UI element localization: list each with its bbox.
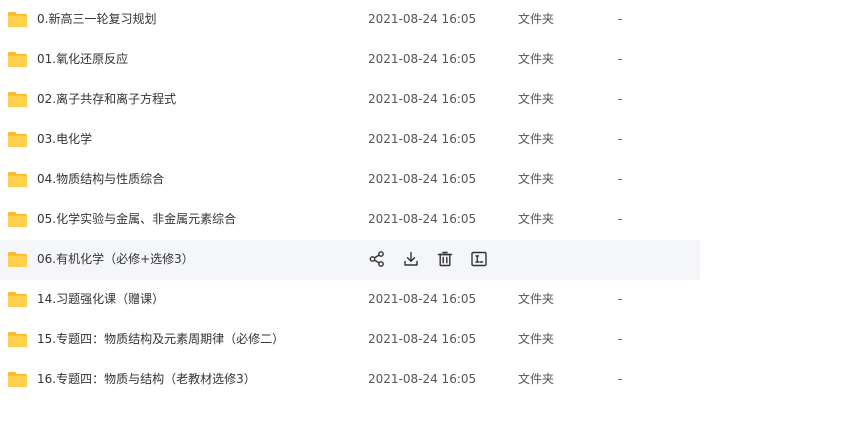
folder-icon (8, 212, 27, 227)
file-type: 文件夹 (518, 332, 555, 346)
delete-icon[interactable] (436, 250, 454, 268)
file-list: 0.新高三一轮复习规划 2021-08-24 16:05 文件夹 - 01.氧化… (0, 0, 700, 400)
file-row-hovered[interactable]: 06.有机化学（必修+选修3） (0, 240, 700, 280)
file-name[interactable]: 01.氧化还原反应 (37, 40, 128, 78)
file-size: - (618, 212, 623, 226)
file-size: - (618, 172, 623, 186)
file-type: 文件夹 (518, 92, 555, 106)
file-row[interactable]: 14.习题强化课（赠课） 2021-08-24 16:05 文件夹 - (0, 280, 700, 320)
file-size: - (618, 132, 623, 146)
file-name[interactable]: 03.电化学 (37, 120, 92, 158)
file-name[interactable]: 06.有机化学（必修+选修3） (37, 240, 194, 278)
file-name[interactable]: 15.专题四：物质结构及元素周期律（必修二） (37, 320, 284, 358)
rename-icon[interactable] (470, 250, 488, 268)
file-type: 文件夹 (518, 172, 555, 186)
file-name[interactable]: 02.离子共存和离子方程式 (37, 80, 176, 118)
folder-icon (8, 92, 27, 107)
file-row[interactable]: 15.专题四：物质结构及元素周期律（必修二） 2021-08-24 16:05 … (0, 320, 700, 360)
file-name[interactable]: 04.物质结构与性质综合 (37, 160, 164, 198)
file-name[interactable]: 0.新高三一轮复习规划 (37, 0, 156, 38)
file-date: 2021-08-24 16:05 (368, 12, 477, 26)
folder-icon (8, 132, 27, 147)
file-row[interactable]: 05.化学实验与金属、非金属元素综合 2021-08-24 16:05 文件夹 … (0, 200, 700, 240)
folder-icon (8, 52, 27, 67)
file-type: 文件夹 (518, 212, 555, 226)
file-name[interactable]: 05.化学实验与金属、非金属元素综合 (37, 200, 236, 238)
file-size: - (618, 12, 623, 26)
file-row[interactable]: 01.氧化还原反应 2021-08-24 16:05 文件夹 - (0, 40, 700, 80)
folder-icon (8, 252, 27, 267)
file-size: - (618, 292, 623, 306)
file-row[interactable]: 16.专题四：物质与结构（老教材选修3） 2021-08-24 16:05 文件… (0, 360, 700, 400)
file-size: - (618, 52, 623, 66)
file-name[interactable]: 14.习题强化课（赠课） (37, 280, 164, 318)
folder-icon (8, 172, 27, 187)
file-type: 文件夹 (518, 292, 555, 306)
file-name[interactable]: 16.专题四：物质与结构（老教材选修3） (37, 360, 256, 398)
row-actions (368, 250, 488, 268)
file-row[interactable]: 03.电化学 2021-08-24 16:05 文件夹 - (0, 120, 700, 160)
share-icon[interactable] (368, 250, 386, 268)
file-type: 文件夹 (518, 12, 555, 26)
file-type: 文件夹 (518, 52, 555, 66)
file-row[interactable]: 02.离子共存和离子方程式 2021-08-24 16:05 文件夹 - (0, 80, 700, 120)
file-row[interactable]: 04.物质结构与性质综合 2021-08-24 16:05 文件夹 - (0, 160, 700, 200)
file-type: 文件夹 (518, 132, 555, 146)
file-date: 2021-08-24 16:05 (368, 172, 477, 186)
folder-icon (8, 372, 27, 387)
file-size: - (618, 332, 623, 346)
file-type: 文件夹 (518, 372, 555, 386)
file-row[interactable]: 0.新高三一轮复习规划 2021-08-24 16:05 文件夹 - (0, 0, 700, 40)
folder-icon (8, 292, 27, 307)
file-date: 2021-08-24 16:05 (368, 132, 477, 146)
file-size: - (618, 92, 623, 106)
file-date: 2021-08-24 16:05 (368, 292, 477, 306)
download-icon[interactable] (402, 250, 420, 268)
folder-icon (8, 12, 27, 27)
file-date: 2021-08-24 16:05 (368, 92, 477, 106)
file-date: 2021-08-24 16:05 (368, 332, 477, 346)
file-date: 2021-08-24 16:05 (368, 212, 477, 226)
folder-icon (8, 332, 27, 347)
file-date: 2021-08-24 16:05 (368, 52, 477, 66)
file-size: - (618, 372, 623, 386)
file-date: 2021-08-24 16:05 (368, 372, 477, 386)
